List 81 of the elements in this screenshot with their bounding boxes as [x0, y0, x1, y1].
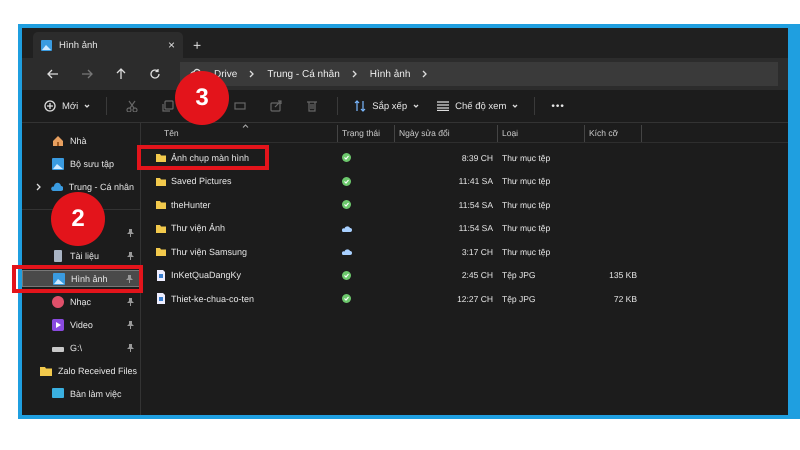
sidebar-item[interactable]: G:\ — [22, 339, 140, 356]
file-item[interactable]: InKetQuaDangKy — [150, 270, 338, 281]
chevron-icon[interactable] — [36, 182, 42, 190]
file-item[interactable]: Saved Pictures — [150, 176, 338, 187]
sidebar-item[interactable]: Bàn làm việc — [22, 385, 140, 402]
sidebar-item[interactable]: Tài liệu — [22, 247, 140, 264]
sidebar-item[interactable]: Hình ảnh — [22, 270, 140, 287]
chevron-icon — [422, 70, 428, 78]
file-item[interactable]: Thư viện Ảnh — [150, 222, 338, 234]
sort-arrows-icon — [354, 100, 366, 112]
folder-icon — [156, 246, 166, 258]
tab-title: Hình ảnh — [59, 40, 99, 50]
caret-icon — [413, 104, 420, 108]
view-button[interactable]: Chế độ xem — [429, 100, 526, 112]
folder-icon — [40, 364, 52, 376]
table-cell-text: 11:54 SA — [458, 200, 494, 210]
table-cell-text: 135 KB — [608, 270, 638, 280]
table-cell-text: 11:41 SA — [458, 176, 494, 186]
lines-icon — [437, 101, 450, 111]
table-cell-text: Thư mục tệp — [501, 176, 552, 186]
column-header[interactable]: Ngày sửa đổi — [395, 125, 498, 142]
caret-icon — [242, 124, 249, 128]
caret-icon — [512, 104, 518, 108]
column-header[interactable]: Kích cỡ — [585, 125, 642, 142]
close-button[interactable]: × — [168, 38, 175, 52]
file-item[interactable]: Ảnh chụp màn hình — [150, 152, 338, 164]
caret-icon — [84, 104, 90, 108]
table-cell-text: Thư mục tệp — [501, 246, 552, 257]
chevron-icon — [249, 70, 256, 78]
picture-icon — [41, 40, 52, 50]
table-cell-text: 3:17 CH — [460, 246, 494, 257]
scissors-icon[interactable] — [126, 100, 138, 112]
folder-icon — [156, 222, 166, 234]
picture-icon — [52, 158, 64, 170]
up-icon[interactable] — [115, 68, 127, 80]
table-cell-text: Tệp JPG — [501, 270, 537, 280]
sidebar-item[interactable]: Nhà — [22, 132, 140, 149]
sidebar-item[interactable]: Trung - Cá nhân — [22, 178, 140, 195]
folder-icon — [156, 176, 166, 187]
sort-button[interactable]: Sắp xếp — [346, 100, 428, 112]
column-header[interactable]: Loại — [498, 125, 585, 142]
house-icon — [52, 134, 64, 146]
folder-icon — [156, 199, 166, 210]
table-cell-text: Thư mục tệp — [501, 200, 552, 210]
table-cell-text: Thư mục tệp — [501, 223, 552, 234]
document-icon — [52, 250, 64, 262]
sidebar-item[interactable]: Zalo Received Files — [22, 362, 140, 379]
new-tab-button[interactable]: + — [193, 32, 202, 58]
copy-icon[interactable] — [162, 100, 174, 112]
play-icon — [52, 318, 64, 330]
sidebar-item[interactable]: Video — [22, 316, 140, 333]
file-item[interactable]: theHunter — [150, 199, 338, 210]
image-file-icon — [156, 270, 166, 281]
more-button[interactable]: ••• — [543, 100, 573, 112]
share-icon[interactable] — [270, 100, 282, 112]
forward-icon[interactable] — [81, 68, 93, 80]
file-item[interactable]: Thiet-ke-chua-co-ten — [150, 293, 338, 304]
back-icon[interactable] — [47, 68, 59, 80]
image-file-icon — [156, 293, 166, 304]
breadcrumb-item[interactable]: Hình ảnh — [370, 68, 410, 80]
chevron-icon — [352, 70, 358, 78]
picture-icon — [53, 272, 65, 284]
table-cell-text: 12:27 CH — [456, 294, 494, 304]
table-cell-text: 8:39 CH — [460, 152, 494, 163]
cloud-icon — [50, 180, 63, 192]
trash-icon[interactable] — [306, 100, 318, 112]
plus-circle-icon — [44, 100, 56, 112]
table-cell-text: 2:45 CH — [460, 270, 494, 280]
table-cell-text: 11:54 SA — [458, 223, 494, 234]
table-cell-text: Tệp JPG — [501, 294, 537, 304]
column-header[interactable]: Trạng thái — [338, 125, 395, 142]
new-button[interactable]: Mới — [36, 100, 98, 112]
sidebar-item[interactable]: Nhạc — [22, 293, 140, 310]
breadcrumb-item[interactable]: Trung - Cá nhân — [267, 68, 340, 80]
sidebar-item[interactable]: Bộ sưu tập — [22, 155, 140, 172]
refresh-icon[interactable] — [149, 68, 161, 80]
file-item[interactable]: Thư viện Samsung — [150, 246, 338, 258]
table-cell-text: Thư mục tệp — [501, 152, 552, 163]
window-tab[interactable]: Hình ảnh × — [33, 32, 183, 58]
table-cell-text: 72 KB — [612, 294, 638, 304]
folder-icon — [156, 152, 166, 164]
